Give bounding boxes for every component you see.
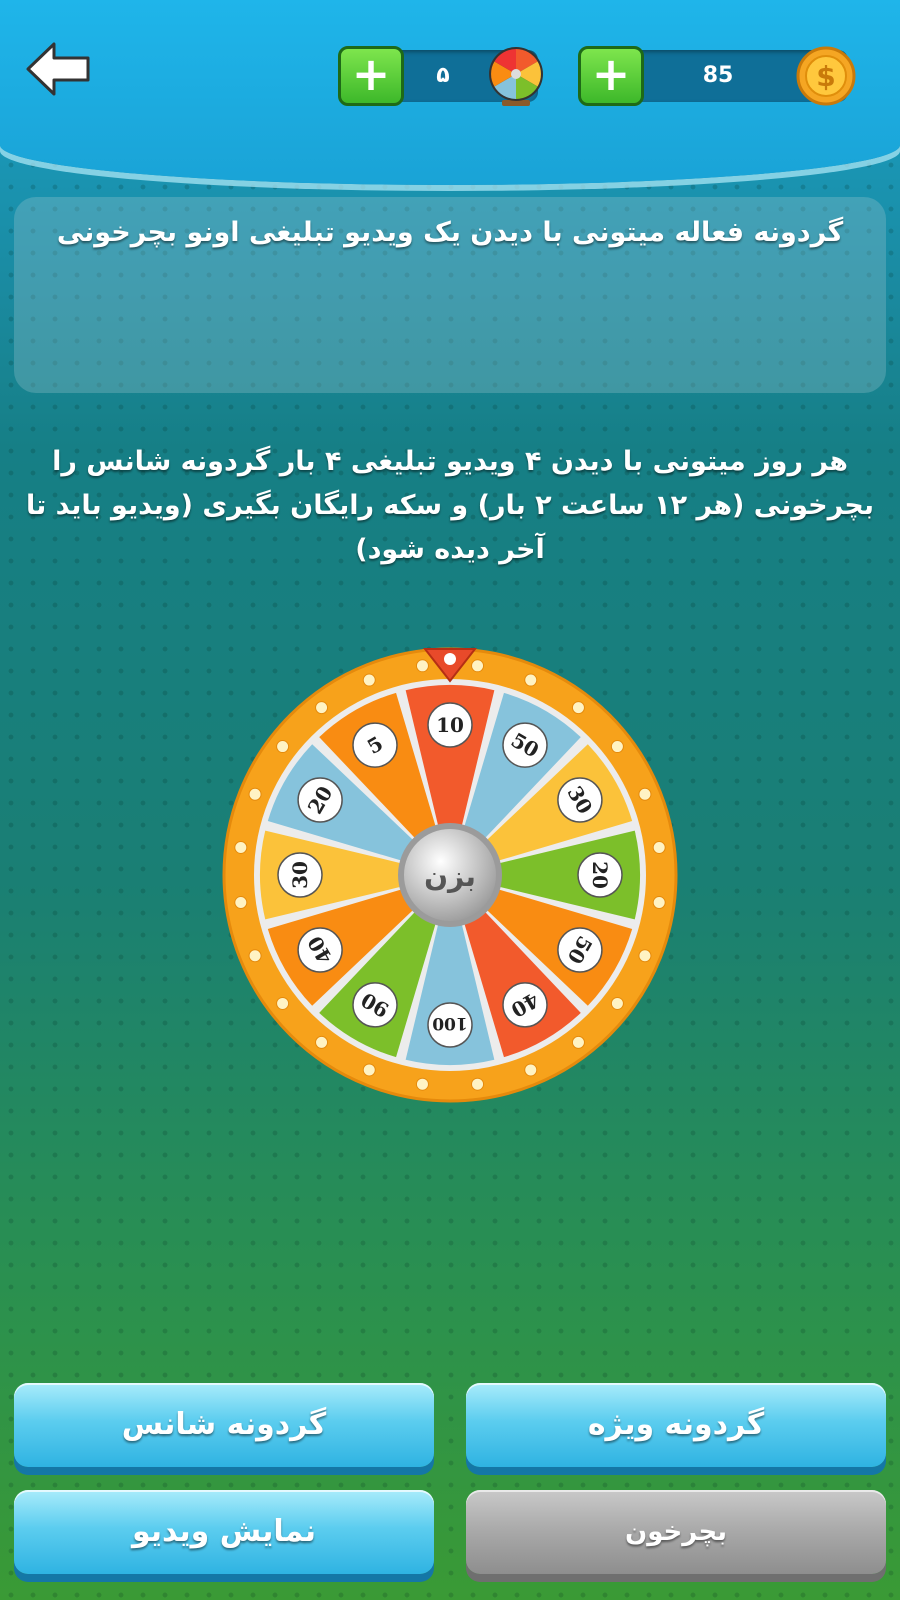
spin-button[interactable]: بچرخون [466,1490,886,1574]
spins-count: ۵ [436,63,450,88]
rim-light [234,840,248,854]
coins-counter: + 85 $ [578,46,856,106]
rim-light [415,659,429,673]
rim-light [571,1035,585,1049]
rim-light [471,1077,485,1091]
rim-light [234,896,248,910]
info-panel: گردونه فعاله میتونی با دیدن یک ویدیو تبل… [14,197,886,393]
rim-light [248,787,262,801]
segment-value-label: 20 [588,861,612,889]
segment-value-label: 100 [432,1013,468,1033]
show-video-button[interactable]: نمایش ویدیو [14,1490,434,1574]
svg-text:$: $ [816,60,835,93]
coins-count: 85 [702,63,734,88]
rim-light [315,701,329,715]
segment-value-label: 30 [288,861,312,889]
coin-icon: $ [796,46,856,106]
wheel-hub[interactable]: بزن [398,823,502,927]
rim-light [524,673,538,687]
rim-light [276,740,290,754]
lucky-wheel-button[interactable]: گردونه شانس [14,1383,434,1467]
rim-light [315,1035,329,1049]
rim-light [362,673,376,687]
rim-light [652,896,666,910]
segment-value-label: 10 [436,713,464,737]
rim-light [610,996,624,1010]
rules-text: هر روز میتونی با دیدن ۴ ویدیو تبلیغی ۴ ب… [25,446,875,565]
rim-light [248,949,262,963]
rim-light [610,740,624,754]
back-arrow-icon[interactable] [22,38,94,100]
spin-center-label[interactable]: بزن [424,860,476,893]
rim-light [652,840,666,854]
rim-light [638,787,652,801]
add-coins-button[interactable]: + [578,46,644,106]
rim-light [276,996,290,1010]
spins-counter: + ۵ [338,46,543,106]
special-wheel-button[interactable]: گردونه ویژه [466,1383,886,1467]
rim-light [524,1063,538,1077]
rim-light [571,701,585,715]
info-text: گردونه فعاله میتونی با دیدن یک ویدیو تبل… [56,217,844,248]
add-spins-button[interactable]: + [338,46,404,106]
top-bar: + ۵ + 85 $ [0,0,900,185]
rim-light [471,659,485,673]
fortune-wheel[interactable]: 105030205040100904030205 بزن [220,645,680,1105]
rim-light [638,949,652,963]
mini-wheel-icon [489,47,543,106]
rim-light [415,1077,429,1091]
rim-light [362,1063,376,1077]
